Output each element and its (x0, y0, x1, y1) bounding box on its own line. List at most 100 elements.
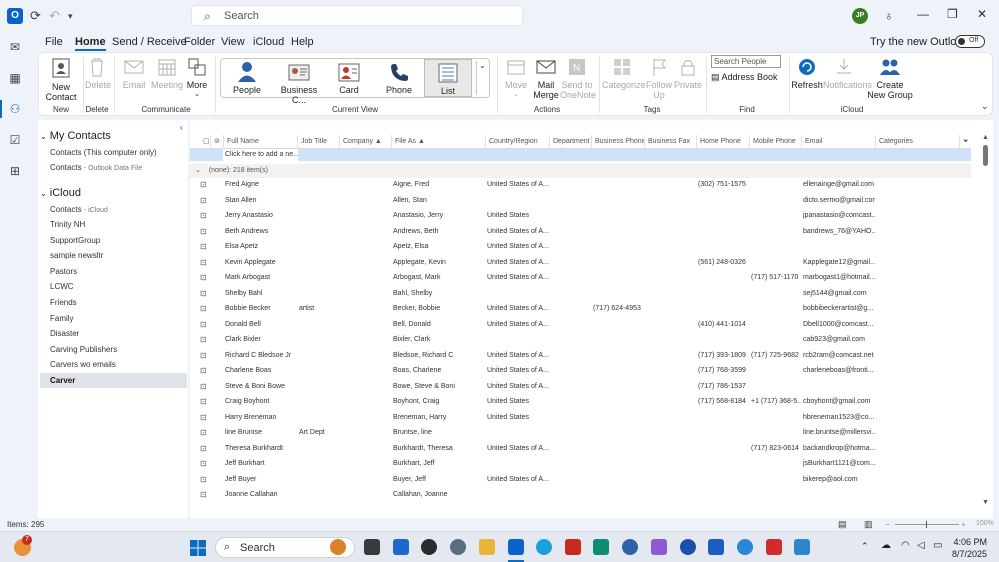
folder-item[interactable]: Carvers wo emails (40, 357, 187, 372)
gallery-more-icon[interactable]: ⌄ (476, 61, 488, 95)
column-categories[interactable]: Categories (875, 135, 959, 149)
view-card-button[interactable]: Card (329, 59, 369, 97)
start-icon[interactable] (190, 540, 206, 556)
folder-item[interactable]: Pastors (40, 264, 187, 279)
scroll-up-icon[interactable]: ▲ (982, 134, 989, 141)
table-row[interactable]: ⊡ Bobbie Becker artist Becker, Bobbie United… (190, 301, 971, 317)
folder-item[interactable]: Disaster (40, 326, 187, 341)
more-button[interactable]: More ⌄ (185, 57, 209, 100)
table-row[interactable]: ⊡ Harry Breneman Breneman, Harry United Sta… (190, 410, 971, 426)
shield-icon[interactable] (766, 539, 782, 555)
zoom-slider[interactable] (895, 521, 959, 528)
zoom-out-icon[interactable]: − (885, 520, 890, 529)
create-new-group-button[interactable]: Create New Group (867, 57, 913, 100)
zoom-slider-thumb[interactable] (926, 521, 927, 528)
new-outlook-toggle[interactable]: Off (955, 35, 985, 48)
scroll-down-icon[interactable]: ▼ (982, 499, 989, 506)
calendar-icon[interactable]: ▦ (7, 71, 23, 85)
table-row[interactable]: ⊡ Beth Andrews Andrews, Beth United States … (190, 224, 971, 240)
tab-help[interactable]: Help (291, 36, 314, 48)
speaker-icon[interactable]: ◁ (917, 540, 925, 551)
table-row[interactable]: ⊡ Steve & Boni Bowe Bowe, Steve & Boni Unit… (190, 379, 971, 395)
edge-icon[interactable] (536, 539, 552, 555)
tab-view[interactable]: View (221, 36, 245, 48)
tab-home[interactable]: Home (75, 36, 106, 51)
snip-tool-icon[interactable] (794, 539, 810, 555)
outlook-taskbar-icon[interactable] (508, 539, 524, 555)
quick-access-dropdown-icon[interactable]: ▾ (68, 8, 73, 24)
tab-file[interactable]: File (45, 36, 63, 48)
table-row[interactable]: ⊡ Jerry Anastasio Anastasio, Jerry United S… (190, 208, 971, 224)
attachment-column-header[interactable]: ⊘ (210, 135, 223, 149)
column-department[interactable]: Department (549, 135, 591, 149)
word-icon[interactable] (708, 539, 724, 555)
scroll-thumb[interactable] (983, 145, 988, 166)
table-row[interactable]: ⊡ Richard C Bledsoe Jr Bledsoe, Richard C U… (190, 348, 971, 364)
tab-folder[interactable]: Folder (184, 36, 215, 48)
tab-icloud[interactable]: iCloud (253, 36, 284, 48)
follow-up-button[interactable]: Follow Up (644, 57, 674, 100)
view-people-button[interactable]: People (227, 59, 267, 97)
move-button[interactable]: Move ⌄ (501, 57, 531, 100)
column-file-as[interactable]: File As ▲ (391, 135, 485, 149)
undo-icon[interactable]: ↶ (49, 8, 60, 24)
search-box[interactable]: ⌕ Search (191, 5, 523, 26)
lightbulb-icon[interactable]: ♁ (884, 8, 894, 24)
meeting-button[interactable]: Meeting (149, 57, 185, 90)
private-button[interactable]: Private (674, 57, 702, 90)
folder-item[interactable]: sample newsltr (40, 248, 187, 263)
view-business-card-button[interactable]: Business C... (275, 59, 323, 105)
table-row[interactable]: ⊡ Theresa Burkhardt Burkhardt, Theresa Unit… (190, 441, 971, 457)
apps-icon[interactable]: ⊞ (7, 164, 23, 178)
collapse-ribbon-icon[interactable]: ⌄ (981, 101, 989, 112)
table-row[interactable]: ⊡ Fred Aigne Aigne, Fred United States of A… (190, 177, 971, 193)
feather-app-icon[interactable] (737, 539, 753, 555)
email-button[interactable]: Email (119, 57, 149, 90)
table-row[interactable]: ⊡ Jeff Buyer Buyer, Jeff United States of A… (190, 472, 971, 488)
column-email[interactable]: Email (801, 135, 875, 149)
normal-view-icon[interactable]: ▤ (838, 519, 847, 530)
wifi-icon[interactable]: ◠ (901, 540, 910, 551)
my-contacts-header[interactable]: ⌄ My Contacts (40, 130, 111, 142)
table-row[interactable]: ⊡ Elsa Apetz Apetz, Elsa United States of A… (190, 239, 971, 255)
sync-icon[interactable]: ⟳ (30, 8, 41, 24)
file-explorer-icon[interactable] (479, 539, 495, 555)
icon-column-header[interactable]: ▢ (200, 135, 210, 149)
group-header[interactable]: ⌄ (none): 218 item(s) (190, 164, 971, 178)
mail-merge-button[interactable]: Mail Merge (531, 57, 561, 100)
task-view-icon[interactable] (364, 539, 380, 555)
filter-icon[interactable]: ⏷ (959, 135, 971, 149)
avatar[interactable]: JP (852, 8, 868, 24)
add-new-row[interactable]: Click here to add a ne... (190, 149, 971, 161)
folder-item[interactable]: Carver (40, 373, 187, 388)
folder-contacts-computer[interactable]: Contacts (This computer only) (40, 145, 187, 160)
blue-app-icon[interactable] (622, 539, 638, 555)
photos-icon[interactable] (593, 539, 609, 555)
red-app-icon[interactable] (565, 539, 581, 555)
table-row[interactable]: ⊡ Mark Arbogast Arbogast, Mark United State… (190, 270, 971, 286)
new-contact-button[interactable]: New Contact (43, 57, 79, 102)
folder-item[interactable]: SupportGroup (40, 233, 187, 248)
taskbar-time[interactable]: 4:06 PM (953, 537, 987, 547)
tray-chevron-icon[interactable]: ⌃ (861, 541, 869, 552)
folder-item[interactable]: LCWC (40, 279, 187, 294)
folder-contacts-outlook[interactable]: Contacts - Outlook Data File (40, 160, 187, 175)
collapse-pane-icon[interactable]: ‹ (180, 123, 183, 132)
view-list-button[interactable]: List (424, 59, 472, 97)
column-company[interactable]: Company ▲ (339, 135, 391, 149)
folder-item[interactable]: Carving Publishers (40, 342, 187, 357)
help-app-icon[interactable] (680, 539, 696, 555)
vertical-scrollbar[interactable]: ▲ ▼ (982, 134, 992, 506)
people-icon[interactable]: ⚇ (7, 102, 23, 116)
reading-view-icon[interactable]: ▥ (864, 519, 873, 530)
table-row[interactable]: ⊡ Craig Boyhont Boyhont, Craig United State… (190, 394, 971, 410)
restore-button[interactable]: ❐ (947, 7, 958, 21)
categorize-button[interactable]: Categorize (602, 57, 646, 90)
table-row[interactable]: ⊡ Shelby Bahl Bahl, Shelby sej5144@gmail.co… (190, 286, 971, 302)
send-to-onenote-button[interactable]: N Send to OneNote (560, 57, 596, 100)
taskbar-date[interactable]: 8/7/2025 (952, 549, 987, 559)
minimize-button[interactable]: — (917, 7, 929, 21)
column-country[interactable]: Country/Region (485, 135, 549, 149)
folder-item[interactable]: Trinity NH (40, 217, 187, 232)
table-row[interactable]: ⊡ Kevin Applegate Applegate, Kevin United S… (190, 255, 971, 271)
